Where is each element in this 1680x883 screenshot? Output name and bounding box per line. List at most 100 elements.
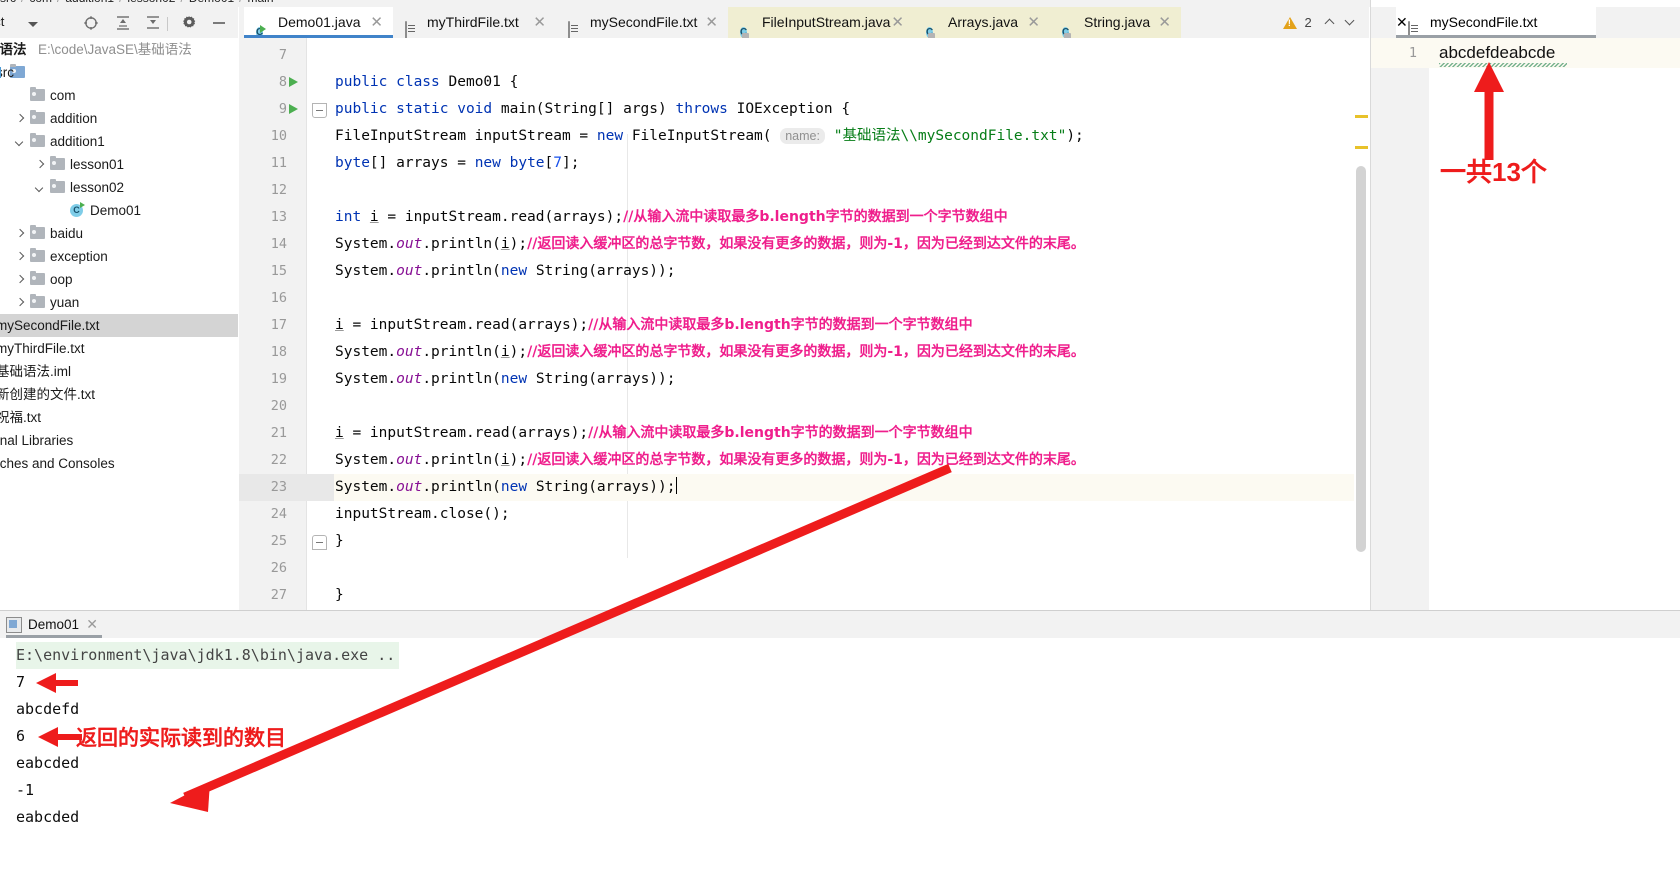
project-panel-title[interactable]: ect [0, 14, 4, 29]
code-line[interactable]: System.out.println(new String(arrays)); [335, 474, 677, 501]
code-line[interactable]: int i = inputStream.read(arrays);//从输入流中… [335, 204, 1008, 231]
tree-row[interactable]: src [0, 61, 238, 84]
tree-row[interactable]: C Demo01 [0, 199, 238, 222]
breadcrumb-item[interactable]: main [248, 0, 274, 5]
code-line[interactable]: public class Demo01 { [335, 69, 518, 96]
chevron-right-icon[interactable] [16, 253, 25, 262]
expand-all-icon[interactable] [115, 15, 131, 31]
code-token: 7 [553, 155, 562, 171]
chevron-right-icon[interactable] [36, 161, 45, 170]
code-line[interactable]: } [335, 528, 344, 555]
run-tab-demo01[interactable]: Demo01 ✕ [6, 611, 102, 638]
code-token: main [500, 101, 536, 117]
next-problem-icon[interactable] [1345, 17, 1355, 27]
chevron-right-icon[interactable] [16, 115, 25, 124]
editor-scrollbar[interactable] [1354, 38, 1369, 610]
console-output-line: eabcded [16, 754, 80, 772]
code-string: "基础语法\\mySecondFile.txt" [833, 128, 1067, 144]
tab-demo01-java[interactable]: C Demo01.java ✕ [244, 7, 393, 38]
chevron-right-icon[interactable] [16, 299, 25, 308]
tree-row[interactable]: myThirdFile.txt [0, 337, 238, 360]
tab-mySecondFile-txt[interactable]: mySecondFile.txt ✕ [1396, 7, 1596, 39]
tree-row[interactable]: 祝福.txt [0, 406, 238, 429]
tree-row[interactable]: 新创建的文件.txt [0, 383, 238, 406]
tree-row[interactable]: mySecondFile.txt [0, 314, 238, 337]
tree-row[interactable]: lesson02 [0, 176, 238, 199]
tree-row[interactable]: lesson01 [0, 153, 238, 176]
run-gutter-icon[interactable] [289, 104, 298, 114]
code-line[interactable]: i = inputStream.read(arrays);//从输入流中读取最多… [335, 312, 973, 339]
tree-row[interactable]: com [0, 84, 238, 107]
breadcrumb-item[interactable]: addition1 [65, 0, 114, 5]
close-icon[interactable]: ✕ [1027, 7, 1040, 38]
inspection-widget[interactable]: 2 [1282, 7, 1355, 38]
code-token: System. [335, 479, 397, 495]
previous-problem-icon[interactable] [1325, 17, 1335, 27]
code-line[interactable]: System.out.println(new String(arrays)); [335, 366, 676, 393]
split-editor-body[interactable]: abcdefdeabcde [1429, 38, 1680, 610]
code-line[interactable]: System.out.println(i);//返回读入缓冲区的总字节数，如果没… [335, 231, 1085, 258]
code-line[interactable]: System.out.println(i);//返回读入缓冲区的总字节数，如果没… [335, 339, 1085, 366]
tree-row[interactable]: addition1 [0, 130, 238, 153]
warning-marker[interactable] [1355, 146, 1368, 149]
chevron-right-icon[interactable] [16, 276, 25, 285]
breadcrumb-item[interactable]: src [0, 0, 16, 5]
editor-fold-strip[interactable] [306, 38, 335, 610]
breadcrumb-item[interactable]: Demo01 [189, 0, 234, 5]
tree-row[interactable]: ternal Libraries [0, 429, 238, 452]
tree-row[interactable]: addition [0, 107, 238, 130]
run-gutter-icon[interactable] [289, 77, 298, 87]
breadcrumb-separator: / [119, 0, 122, 5]
close-icon[interactable]: ✕ [1158, 7, 1171, 38]
code-line[interactable]: inputStream.close(); [335, 501, 510, 528]
scrollbar-thumb[interactable] [1356, 166, 1366, 552]
run-tab-bar[interactable]: Demo01 ✕ [0, 611, 1680, 638]
close-icon[interactable]: ✕ [891, 7, 904, 38]
collapse-all-icon[interactable] [145, 15, 161, 31]
close-icon[interactable]: ✕ [533, 7, 546, 38]
tree-row[interactable]: exception [0, 245, 238, 268]
editor-tab-bar[interactable]: C Demo01.java ✕ myThirdFile.txt ✕ mySecondFil… [239, 7, 1369, 39]
code-line[interactable]: public static void main(String[] args) t… [335, 96, 850, 123]
fold-end-icon[interactable] [312, 535, 327, 550]
breadcrumb-items[interactable]: src / com / addition1 / lesson02 / Demo01 / main [0, 0, 274, 6]
hide-panel-icon[interactable] [211, 15, 227, 31]
tab-mysecondfile-txt[interactable]: mySecondFile.txt ✕ [556, 7, 728, 38]
tree-root-row[interactable]: 础语法 E:\code\JavaSE\基础语法 [0, 38, 238, 61]
tree-row[interactable]: oop [0, 268, 238, 291]
run-tab-label: Demo01 [28, 617, 80, 632]
warning-marker[interactable] [1355, 115, 1368, 118]
breadcrumb-item[interactable]: lesson02 [127, 0, 175, 5]
project-tree[interactable]: 础语法 E:\code\JavaSE\基础语法 src com addition ad… [0, 38, 238, 610]
chevron-down-icon[interactable] [28, 22, 38, 27]
tab-fileinputstream-java[interactable]: C FileInputStream.java✕ [728, 7, 914, 38]
code-line[interactable]: } [335, 582, 344, 609]
chevron-down-icon[interactable] [16, 138, 25, 147]
code-token: [] arrays = [369, 155, 475, 171]
tree-row[interactable]: 基础语法.iml [0, 360, 238, 383]
close-icon[interactable]: ✕ [705, 7, 718, 38]
chevron-right-icon[interactable] [16, 230, 25, 239]
gear-icon[interactable] [181, 15, 197, 31]
tab-mythirdfile-txt[interactable]: myThirdFile.txt ✕ [393, 7, 556, 38]
close-icon[interactable]: ✕ [370, 7, 383, 38]
locate-icon[interactable] [83, 15, 99, 31]
code-line[interactable]: i = inputStream.read(arrays);//从输入流中读取最多… [335, 420, 973, 447]
close-icon[interactable]: ✕ [86, 611, 98, 638]
code-line[interactable]: System.out.println(i);//返回读入缓冲区的总字节数，如果没… [335, 447, 1085, 474]
code-line[interactable]: FileInputStream inputStream = new FileIn… [335, 123, 1084, 150]
split-editor-tab-bar[interactable]: mySecondFile.txt ✕ [1371, 7, 1680, 39]
tree-row[interactable]: baidu [0, 222, 238, 245]
breadcrumb-item[interactable]: com [29, 0, 52, 5]
tree-row[interactable]: ratches and Consoles [0, 452, 238, 475]
code-editor[interactable]: 7 8 public class Demo01 {9 public static v… [239, 38, 1369, 610]
console-output[interactable]: E:\environment\java\jdk1.8\bin\java.exe … [0, 638, 1680, 883]
tree-row[interactable]: yuan [0, 291, 238, 314]
code-line[interactable]: System.out.println(new String(arrays)); [335, 258, 676, 285]
tab-string-java[interactable]: C String.java ✕ [1050, 7, 1181, 38]
chevron-down-icon[interactable] [36, 184, 45, 193]
fold-collapse-icon[interactable] [312, 103, 327, 118]
tab-arrays-java[interactable]: C Arrays.java ✕ [914, 7, 1050, 38]
close-icon[interactable]: ✕ [1396, 14, 1408, 30]
code-line[interactable]: byte[] arrays = new byte[7]; [335, 150, 579, 177]
